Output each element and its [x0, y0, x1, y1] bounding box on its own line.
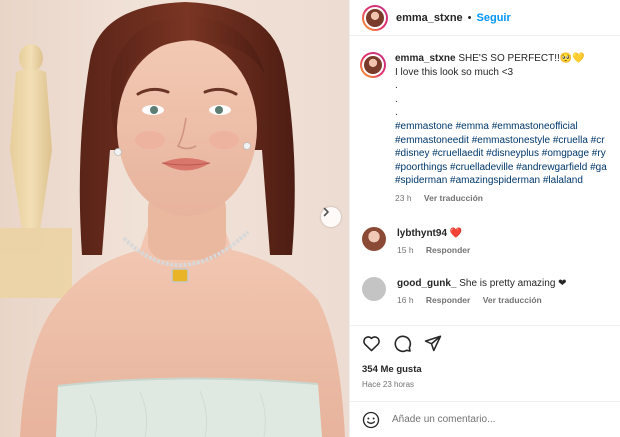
emoji-button[interactable]: [362, 411, 380, 429]
reply-button[interactable]: Responder: [426, 295, 470, 305]
comment-username[interactable]: lybthynt94: [397, 228, 447, 239]
caption-dot: .: [395, 107, 398, 119]
hashtag-line[interactable]: #emmastoneedit #emmastonestyle #cruella …: [395, 134, 607, 148]
comment-time[interactable]: 16 h: [397, 295, 414, 305]
caption-avatar[interactable]: [360, 52, 386, 78]
action-bar: [350, 325, 620, 360]
caption-dot: .: [395, 93, 398, 105]
likes-count[interactable]: 354 Me gusta: [362, 364, 422, 375]
caption-time[interactable]: 23 h: [395, 193, 412, 203]
comment-input[interactable]: [392, 414, 592, 425]
comment-avatar[interactable]: [362, 226, 386, 251]
header-separator: •: [467, 11, 472, 24]
caption-translate-link[interactable]: Ver traducción: [424, 193, 483, 203]
heart-icon: [363, 336, 380, 352]
author-username[interactable]: emma_stxne: [396, 12, 463, 24]
comment-translate-link[interactable]: Ver traducción: [483, 295, 542, 305]
post-sidebar: emma_stxne • Seguir emma_stxne SHE'S SO …: [349, 0, 620, 437]
comment-time[interactable]: 15 h: [397, 245, 414, 255]
follow-button[interactable]: Seguir: [477, 12, 511, 24]
caption-text: SHE'S SO PERFECT!!🥺💛: [458, 53, 585, 64]
comment-meta: 16 h Responder Ver traducción: [397, 294, 567, 307]
posted-time: Hace 23 horas: [362, 380, 415, 389]
hashtag-line[interactable]: #poorthings #cruelladeville #andrewgarfi…: [395, 161, 607, 175]
caption-username[interactable]: emma_stxne: [395, 53, 456, 64]
comment-line: good_gunk_ She is pretty amazing ❤: [397, 277, 567, 290]
caption-meta: 23 h Ver traducción: [395, 192, 607, 206]
add-comment-bar: [350, 401, 620, 437]
comment-item: good_gunk_ She is pretty amazing ❤ 16 h …: [350, 276, 620, 307]
comment-avatar[interactable]: [362, 276, 386, 301]
comments-list[interactable]: emma_stxne SHE'S SO PERFECT!!🥺💛 I love t…: [350, 37, 620, 325]
caption: emma_stxne SHE'S SO PERFECT!!🥺💛 I love t…: [350, 37, 620, 206]
comment-icon: [394, 335, 412, 352]
hashtag-line[interactable]: #emmastone #emma #emmastoneofficial: [395, 120, 607, 134]
caption-second-line: I love this look so much <3: [395, 66, 514, 78]
hashtag-line[interactable]: #spiderman #amazingspiderman #lalaland: [395, 174, 607, 188]
next-photo-button[interactable]: [321, 207, 341, 227]
share-button[interactable]: [424, 334, 442, 352]
reply-button[interactable]: Responder: [426, 245, 470, 255]
comment-text: ❤️: [449, 227, 463, 239]
like-button[interactable]: [362, 334, 381, 352]
comment-line: lybthynt94 ❤️: [397, 227, 480, 240]
post-header: emma_stxne • Seguir: [350, 0, 620, 36]
share-icon: [424, 335, 442, 352]
author-avatar[interactable]: [362, 4, 388, 31]
comment-button[interactable]: [393, 334, 412, 353]
hashtag-line[interactable]: #disney #cruellaedit #disneyplus #omgpag…: [395, 147, 607, 161]
chevron-right-icon: [323, 207, 329, 217]
photo-illustration: [0, 2, 345, 437]
comment-username[interactable]: good_gunk_: [397, 278, 456, 289]
emoji-icon: [362, 411, 380, 428]
caption-first-line: emma_stxne SHE'S SO PERFECT!!🥺💛: [395, 52, 607, 66]
comment-text: She is pretty amazing ❤: [459, 277, 567, 289]
caption-dot: .: [395, 80, 398, 92]
comment-item: lybthynt94 ❤️ 15 h Responder: [350, 226, 620, 257]
comment-meta: 15 h Responder: [397, 244, 480, 257]
post-photo: [0, 0, 349, 437]
